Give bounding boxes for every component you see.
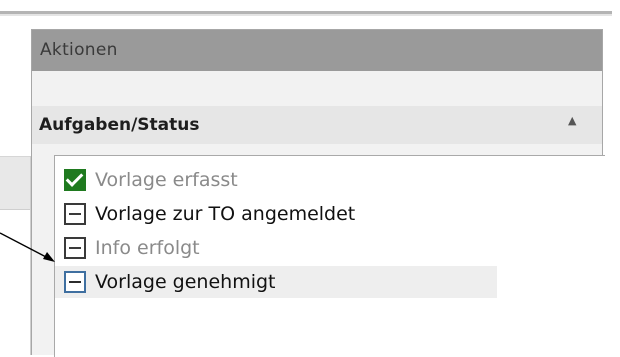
annotation-arrow-icon [0,232,55,262]
